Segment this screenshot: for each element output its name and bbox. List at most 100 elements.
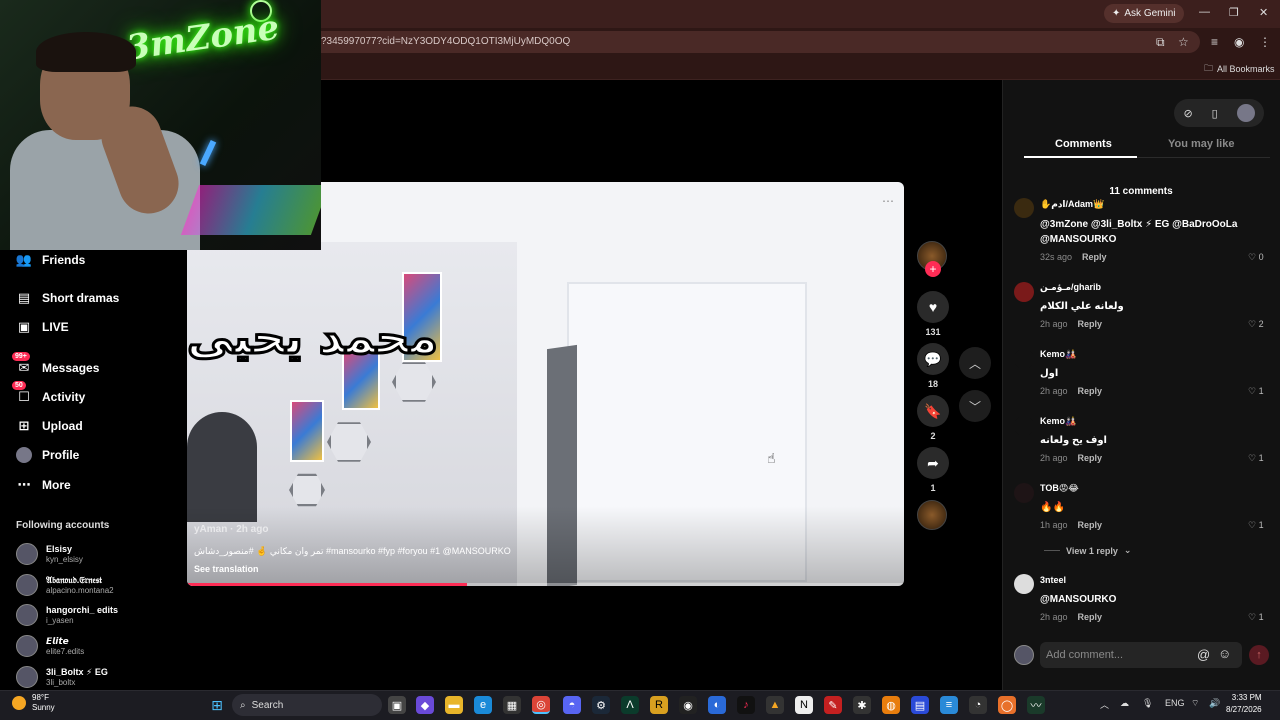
sidebar-item-messages[interactable]: ✉ 99+ Messages: [12, 352, 99, 376]
comment-username[interactable]: Kemo🎎: [1040, 349, 1076, 360]
following-account[interactable]: hangorchi_ edits i_yasen: [16, 604, 118, 626]
chrome-icon[interactable]: ◎: [532, 696, 550, 714]
app-icon[interactable]: N: [795, 696, 813, 714]
maximize-icon[interactable]: ❐: [1229, 6, 1239, 19]
comment-username[interactable]: 3nteel: [1040, 575, 1066, 585]
following-account[interactable]: Elsisy kyn_elsisy: [16, 543, 83, 565]
comment-username[interactable]: مـؤمـن/gharib: [1040, 282, 1101, 293]
tiktok-icon[interactable]: ♪: [737, 696, 755, 714]
comment-username[interactable]: ✋ادم/Adam👑: [1040, 199, 1104, 210]
avatar[interactable]: [1014, 416, 1034, 436]
comment-like-button[interactable]: ♡ 1: [1248, 386, 1264, 397]
reading-list-icon[interactable]: ≡: [1211, 35, 1218, 49]
minimize-icon[interactable]: —: [1199, 6, 1210, 18]
avatar[interactable]: [1014, 483, 1034, 503]
app-icon[interactable]: ✎: [824, 696, 842, 714]
chevron-up-icon[interactable]: ︿: [1100, 698, 1109, 711]
comment-username[interactable]: TOB😡😂: [1040, 483, 1079, 494]
store-icon[interactable]: ▦: [503, 696, 521, 714]
save-button[interactable]: 🔖 2: [917, 395, 949, 441]
menu-icon[interactable]: ⋮: [1259, 35, 1271, 49]
follow-plus-icon[interactable]: +: [925, 261, 941, 277]
app-icon[interactable]: ▲: [766, 696, 784, 714]
compass-icon[interactable]: ⊘: [1183, 107, 1192, 120]
mic-icon[interactable]: 🎙: [1142, 698, 1153, 709]
reply-button[interactable]: Reply: [1082, 252, 1107, 262]
see-translation-link[interactable]: See translation: [194, 564, 259, 574]
following-account[interactable]: 𝙀𝙡𝙞𝙩𝙚 elite7.edits: [16, 635, 84, 657]
reply-button[interactable]: Reply: [1078, 319, 1103, 329]
bookmark-star-icon[interactable]: ☆: [1178, 35, 1189, 49]
file-explorer-icon[interactable]: ▬: [445, 696, 463, 714]
wifi-icon[interactable]: ⌔: [1191, 698, 1199, 709]
volume-icon[interactable]: 🔊: [1209, 698, 1220, 709]
app-icon[interactable]: ◐: [708, 696, 726, 714]
comment-like-button[interactable]: ♡ 1: [1248, 612, 1264, 623]
close-icon[interactable]: ✕: [1259, 6, 1268, 19]
windows-start-icon[interactable]: ⊞: [208, 696, 226, 714]
video-more-icon[interactable]: ⋯: [882, 194, 894, 208]
app-icon[interactable]: ✱: [853, 696, 871, 714]
reply-button[interactable]: Reply: [1078, 520, 1103, 530]
sidebar-item-friends[interactable]: 👥 Friends: [16, 252, 85, 268]
weather-widget[interactable]: 98°F Sunny: [12, 693, 55, 713]
taskbar-search[interactable]: ⌕ Search: [232, 694, 382, 716]
install-app-icon[interactable]: ⧉: [1156, 35, 1165, 50]
sidebar-item-more[interactable]: ⋯ More: [16, 477, 71, 493]
app-icon[interactable]: 〰: [1027, 696, 1045, 714]
profile-icon[interactable]: ◉: [1234, 35, 1244, 49]
obs-icon[interactable]: ◉: [679, 696, 697, 714]
app-icon[interactable]: ◔: [969, 696, 987, 714]
following-account[interactable]: 3li_Boltx ⚡ EG 3li_boltx: [16, 666, 108, 688]
comment-username[interactable]: Kemo🎎: [1040, 416, 1076, 427]
phone-icon[interactable]: ▯: [1212, 107, 1218, 120]
send-comment-button[interactable]: ↑: [1249, 645, 1269, 665]
add-comment-input[interactable]: [1040, 642, 1242, 668]
reply-button[interactable]: Reply: [1078, 453, 1103, 463]
steam-icon[interactable]: ⚙: [592, 696, 610, 714]
previous-video-button[interactable]: ︿: [959, 347, 991, 379]
sidebar-item-profile[interactable]: Profile: [16, 447, 79, 463]
avatar[interactable]: [1014, 198, 1034, 218]
music-disc[interactable]: [917, 500, 949, 530]
avatar[interactable]: [1014, 282, 1034, 302]
view-replies-button[interactable]: View 1 reply ⌄: [1044, 545, 1131, 556]
blender-icon[interactable]: ◍: [882, 696, 900, 714]
sidebar-item-short-dramas[interactable]: ▤ Short dramas: [16, 290, 120, 306]
reply-button[interactable]: Reply: [1078, 386, 1103, 396]
avatar[interactable]: [1014, 574, 1034, 594]
nvidia-icon[interactable]: Λ: [621, 696, 639, 714]
cloud-icon[interactable]: ☁: [1120, 698, 1129, 709]
reply-button[interactable]: Reply: [1078, 612, 1103, 622]
comment-like-button[interactable]: ♡ 2: [1248, 319, 1264, 330]
like-button[interactable]: ♥ 131: [917, 291, 949, 337]
creator-avatar-button[interactable]: +: [917, 241, 949, 281]
task-view-icon[interactable]: ▣: [388, 696, 406, 714]
comment-like-button[interactable]: ♡ 0: [1248, 252, 1264, 263]
clock[interactable]: 3:33 PM 8/27/2026: [1226, 692, 1262, 716]
following-account[interactable]: 𝔄𝔟𝔞𝔫𝔬𝔲𝔡.𝔈𝔯𝔫𝔢𝔰𝔱 alpacino.montana2: [16, 574, 114, 596]
rockstar-icon[interactable]: R: [650, 696, 668, 714]
sidebar-item-activity[interactable]: ☐ 50 Activity: [12, 381, 85, 405]
tab-you-may-like[interactable]: You may like: [1168, 138, 1234, 150]
discord-icon[interactable]: ◓: [563, 696, 581, 714]
share-button[interactable]: ➦ 1: [917, 447, 949, 493]
comment-like-button[interactable]: ♡ 1: [1248, 453, 1264, 464]
next-video-button[interactable]: ﹀: [959, 390, 991, 422]
sidebar-item-upload[interactable]: ⊞ Upload: [16, 418, 83, 434]
video-progress-bar[interactable]: [187, 583, 904, 586]
user-avatar-icon[interactable]: [1236, 104, 1255, 122]
url-text[interactable]: ?345997077?cid=NzY3ODY4ODQ1OTI3MjUyMDQ0O…: [321, 36, 570, 47]
notepad-icon[interactable]: ≡: [940, 696, 958, 714]
app-icon[interactable]: ◯: [998, 696, 1016, 714]
mention-icon[interactable]: @: [1197, 647, 1210, 662]
comment-button[interactable]: 💬 18: [917, 343, 949, 389]
tab-comments[interactable]: Comments: [1055, 138, 1112, 150]
all-bookmarks[interactable]: 🗀 All Bookmarks: [1204, 61, 1275, 77]
avatar[interactable]: [1014, 349, 1034, 369]
sidebar-item-live[interactable]: ▣ LIVE: [16, 319, 69, 335]
emoji-icon[interactable]: ☺: [1218, 646, 1231, 661]
language-indicator[interactable]: ENG: [1165, 698, 1185, 708]
edge-icon[interactable]: e: [474, 696, 492, 714]
video-author[interactable]: yAman · 2h ago: [194, 524, 268, 535]
